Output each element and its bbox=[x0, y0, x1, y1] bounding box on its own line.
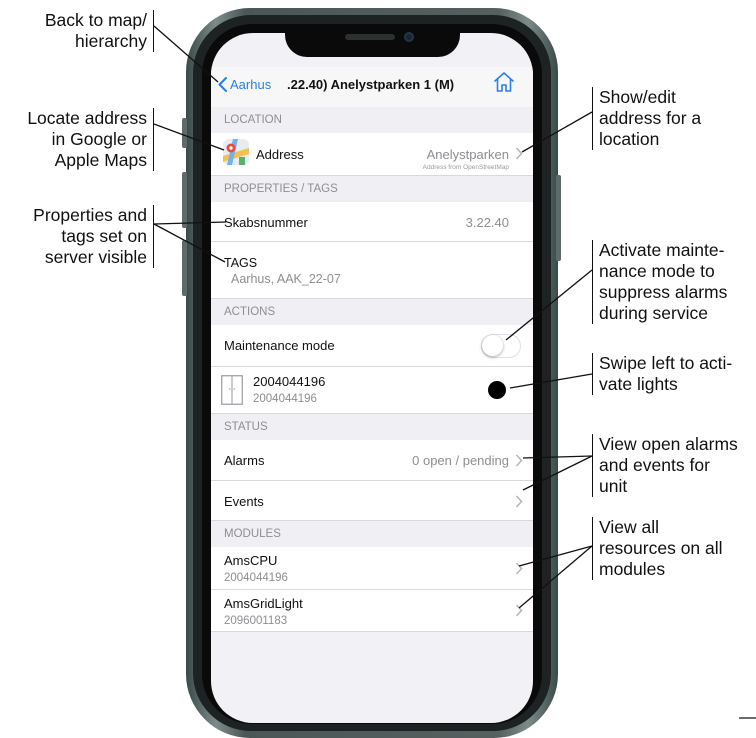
back-button[interactable]: Aarhus bbox=[218, 77, 271, 92]
power-button bbox=[556, 175, 561, 261]
skabsnummer-row: Skabsnummer 3.22.40 bbox=[211, 202, 533, 242]
device-sub: 2004044196 bbox=[253, 393, 317, 405]
address-value: Anelystparken bbox=[426, 147, 509, 162]
volume-down-button bbox=[182, 240, 187, 296]
callout-alarms-events: View open alarms and events for unit bbox=[592, 434, 738, 497]
chevron-right-icon bbox=[515, 562, 523, 575]
home-icon bbox=[494, 72, 514, 92]
maintenance-mode-row: Maintenance mode bbox=[211, 325, 533, 367]
alarms-row[interactable]: Alarms 0 open / pending bbox=[211, 440, 533, 481]
device-row[interactable]: 2004044196 2004044196 bbox=[211, 367, 533, 414]
back-label: Aarhus bbox=[230, 77, 272, 92]
chevron-right-icon bbox=[515, 495, 523, 508]
section-header-status: STATUS bbox=[211, 414, 533, 440]
maintenance-mode-label: Maintenance mode bbox=[224, 338, 335, 353]
callout-modules: View all resources on all modules bbox=[592, 517, 723, 580]
callout-properties-tags: Properties and tags set on server visibl… bbox=[33, 205, 154, 268]
alarms-value: 0 open / pending bbox=[412, 453, 509, 468]
callout-back-to-map: Back to map/ hierarchy bbox=[45, 10, 154, 52]
front-camera bbox=[404, 32, 414, 42]
events-label: Events bbox=[224, 494, 264, 509]
phone-screen: Aarhus .22.40) Anelystparken 1 (M) LOCAT… bbox=[211, 33, 533, 723]
device-id: 2004044196 bbox=[253, 374, 326, 389]
callout-swipe-lights: Swipe left to acti- vate lights bbox=[592, 353, 732, 395]
tags-label: TAGS bbox=[224, 256, 258, 270]
toggle-knob bbox=[482, 335, 503, 356]
tags-row: TAGS Aarhus, AAK_22-07 bbox=[211, 242, 533, 299]
phone-speaker bbox=[345, 34, 395, 40]
module-row[interactable]: AmsGridLight 2096001183 bbox=[211, 590, 533, 632]
address-source: Address from OpenStreetMap bbox=[422, 164, 509, 171]
module-row[interactable]: AmsCPU 2004044196 bbox=[211, 547, 533, 590]
module-name: AmsCPU bbox=[224, 553, 278, 568]
section-header-location: LOCATION bbox=[211, 107, 533, 133]
maintenance-mode-toggle[interactable] bbox=[481, 334, 521, 358]
alarms-label: Alarms bbox=[224, 453, 265, 468]
address-row[interactable]: Address Anelystparken Address from OpenS… bbox=[211, 133, 533, 176]
maps-app-icon bbox=[223, 139, 249, 165]
skabsnummer-label: Skabsnummer bbox=[224, 215, 308, 230]
skabsnummer-value: 3.22.40 bbox=[465, 215, 509, 230]
page-title: .22.40) Anelystparken 1 (M) bbox=[287, 77, 455, 92]
module-id: 2096001183 bbox=[224, 615, 288, 627]
module-name: AmsGridLight bbox=[224, 596, 303, 611]
mute-switch bbox=[182, 118, 187, 148]
chevron-right-icon bbox=[515, 147, 523, 160]
callout-show-edit-address: Show/edit address for a location bbox=[592, 87, 701, 150]
chevron-left-icon bbox=[218, 77, 227, 92]
swipe-indicator-dot[interactable] bbox=[488, 381, 506, 399]
tags-value: Aarhus, AAK_22-07 bbox=[231, 272, 341, 286]
volume-up-button bbox=[182, 172, 187, 228]
chevron-right-icon bbox=[515, 454, 523, 467]
section-header-properties: PROPERTIES / TAGS bbox=[211, 176, 533, 202]
chevron-right-icon bbox=[515, 604, 523, 617]
events-row[interactable]: Events bbox=[211, 481, 533, 521]
home-button[interactable] bbox=[492, 70, 516, 99]
module-id: 2004044196 bbox=[224, 572, 288, 584]
address-label: Address bbox=[256, 147, 304, 162]
section-header-actions: ACTIONS bbox=[211, 299, 533, 325]
cabinet-icon bbox=[221, 375, 243, 405]
section-header-modules: MODULES bbox=[211, 521, 533, 547]
callout-maintenance-mode: Activate mainte- nance mode to suppress … bbox=[592, 240, 727, 324]
phone-notch bbox=[285, 24, 460, 57]
callout-locate-address: Locate address in Google or Apple Maps bbox=[27, 108, 154, 171]
